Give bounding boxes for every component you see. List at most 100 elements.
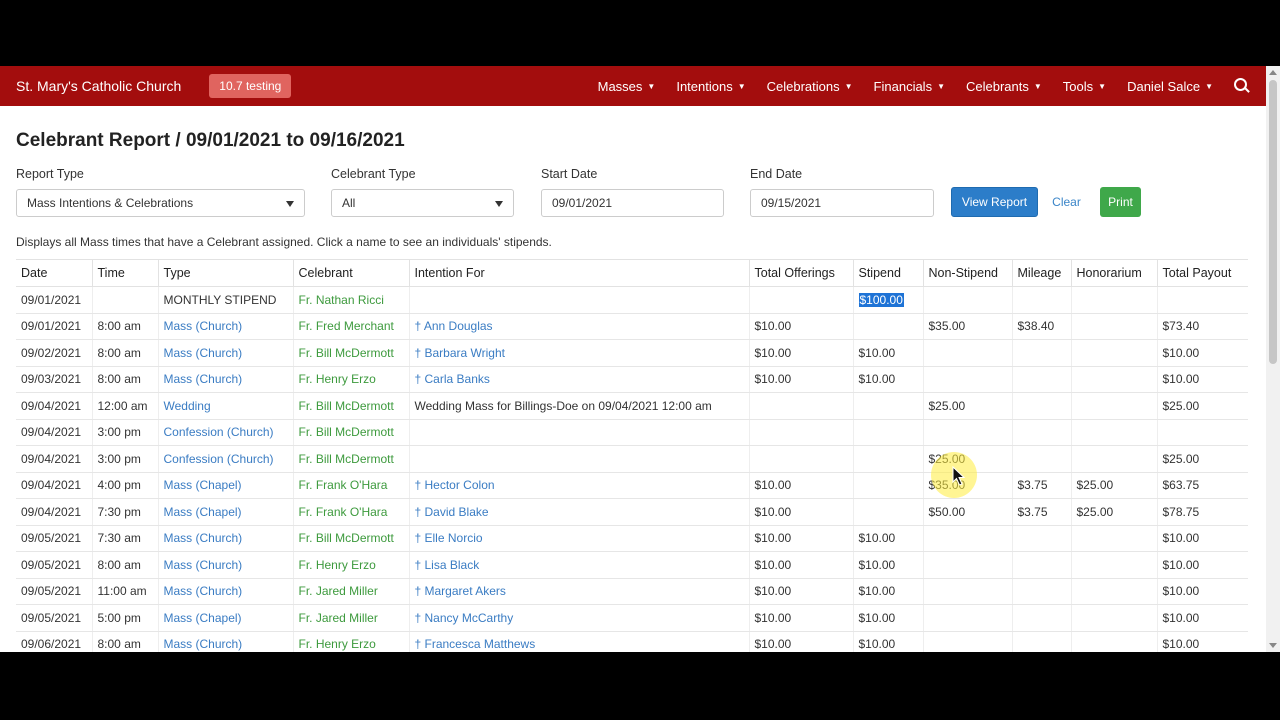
cell-celebrant[interactable]: Fr. Bill McDermott bbox=[292, 525, 409, 552]
cell-celebrant[interactable]: Fr. Bill McDermott bbox=[292, 419, 409, 446]
cell-type[interactable]: Mass (Church) bbox=[157, 551, 293, 579]
celebrant-value[interactable]: Fr. Bill McDermott bbox=[299, 425, 394, 439]
date-value: 09/04/2021 bbox=[21, 504, 82, 519]
type-value[interactable]: Mass (Church) bbox=[164, 584, 243, 598]
celebrant-value[interactable]: Fr. Frank O'Hara bbox=[299, 505, 388, 519]
cell-type[interactable]: Mass (Church) bbox=[157, 339, 293, 367]
nav-celebrations[interactable]: Celebrations ▼ bbox=[767, 79, 853, 94]
cell-intention-for[interactable]: † Margaret Akers bbox=[408, 578, 749, 605]
view-report-button[interactable]: View Report bbox=[951, 187, 1038, 217]
cell-intention-for[interactable]: † David Blake bbox=[408, 498, 749, 526]
scroll-thumb[interactable] bbox=[1269, 80, 1277, 364]
cell-celebrant[interactable]: Fr. Bill McDermott bbox=[292, 392, 409, 420]
type-value[interactable]: Mass (Church) bbox=[164, 319, 243, 333]
type-value[interactable]: Wedding bbox=[164, 399, 211, 413]
cell-intention-for[interactable]: † Nancy McCarthy bbox=[408, 604, 749, 632]
type-value[interactable]: Mass (Chapel) bbox=[164, 505, 242, 519]
celebrant-value[interactable]: Fr. Bill McDermott bbox=[299, 452, 394, 466]
nav-tools[interactable]: Tools ▼ bbox=[1063, 79, 1106, 94]
cell-intention-for[interactable]: † Ann Douglas bbox=[408, 313, 749, 340]
cell-type[interactable]: Mass (Church) bbox=[157, 578, 293, 605]
celebrant-value[interactable]: Fr. Fred Merchant bbox=[299, 319, 394, 333]
celebrant-value[interactable]: Fr. Henry Erzo bbox=[299, 558, 376, 572]
print-button[interactable]: Print bbox=[1100, 187, 1141, 217]
type-value[interactable]: Mass (Church) bbox=[164, 372, 243, 386]
cell-celebrant[interactable]: Fr. Jared Miller bbox=[292, 578, 409, 605]
intention-for-value[interactable]: † Barbara Wright bbox=[415, 346, 506, 360]
cell-type[interactable]: Wedding bbox=[157, 392, 293, 420]
cell-intention-for[interactable]: † Barbara Wright bbox=[408, 339, 749, 367]
cell-type[interactable]: Mass (Church) bbox=[157, 313, 293, 340]
intention-for-value[interactable]: † Margaret Akers bbox=[415, 584, 506, 598]
nav-financials[interactable]: Financials ▼ bbox=[874, 79, 945, 94]
celebrant-value[interactable]: Fr. Bill McDermott bbox=[299, 399, 394, 413]
time-value: 5:00 pm bbox=[97, 610, 141, 625]
intention-for-value[interactable]: † Carla Banks bbox=[415, 372, 490, 386]
type-value[interactable]: Mass (Church) bbox=[164, 558, 243, 572]
cell-intention-for[interactable]: † Francesca Matthews bbox=[408, 631, 749, 652]
cell-celebrant[interactable]: Fr. Henry Erzo bbox=[292, 631, 409, 652]
cell-celebrant[interactable]: Fr. Bill McDermott bbox=[292, 445, 409, 473]
celebrant-value[interactable]: Fr. Bill McDermott bbox=[299, 531, 394, 545]
cell-type[interactable]: Mass (Church) bbox=[157, 366, 293, 393]
celebrant-value[interactable]: Fr. Henry Erzo bbox=[299, 637, 376, 651]
celebrant-value[interactable]: Fr. Frank O'Hara bbox=[299, 478, 388, 492]
cell-celebrant[interactable]: Fr. Frank O'Hara bbox=[292, 498, 409, 526]
search-icon[interactable] bbox=[1234, 78, 1250, 94]
intention-for-value[interactable]: † Lisa Black bbox=[415, 558, 480, 572]
scroll-down-icon[interactable] bbox=[1269, 643, 1277, 648]
cell-type[interactable]: Mass (Chapel) bbox=[157, 498, 293, 526]
cell-type[interactable]: Mass (Chapel) bbox=[157, 604, 293, 632]
celebrant-value[interactable]: Fr. Henry Erzo bbox=[299, 372, 376, 386]
celebrant-value[interactable]: Fr. Jared Miller bbox=[299, 611, 378, 625]
nav-masses[interactable]: Masses ▼ bbox=[598, 79, 656, 94]
page-scrollbar[interactable] bbox=[1266, 66, 1280, 652]
intention-for-value[interactable]: † David Blake bbox=[415, 505, 489, 519]
type-value[interactable]: Mass (Church) bbox=[164, 637, 243, 651]
cell-type[interactable]: Confession (Church) bbox=[157, 419, 293, 446]
intention-for-value[interactable]: † Elle Norcio bbox=[415, 531, 483, 545]
intention-for-value[interactable]: † Nancy McCarthy bbox=[415, 611, 514, 625]
cell-type[interactable]: Confession (Church) bbox=[157, 445, 293, 473]
type-value[interactable]: Mass (Chapel) bbox=[164, 478, 242, 492]
cell-celebrant[interactable]: Fr. Frank O'Hara bbox=[292, 472, 409, 499]
cell-celebrant[interactable]: Fr. Nathan Ricci bbox=[292, 286, 409, 314]
celebrant-value[interactable]: Fr. Nathan Ricci bbox=[299, 293, 384, 307]
cell-stipend: $10.00 bbox=[852, 551, 923, 579]
nav-intentions[interactable]: Intentions ▼ bbox=[676, 79, 745, 94]
cell-stipend bbox=[852, 313, 923, 340]
celebrant-value[interactable]: Fr. Jared Miller bbox=[299, 584, 378, 598]
type-value[interactable]: Confession (Church) bbox=[164, 452, 274, 466]
cell-celebrant[interactable]: Fr. Jared Miller bbox=[292, 604, 409, 632]
cell-type[interactable]: Mass (Church) bbox=[157, 525, 293, 552]
cell-intention-for[interactable]: † Hector Colon bbox=[408, 472, 749, 499]
celebrant-value[interactable]: Fr. Bill McDermott bbox=[299, 346, 394, 360]
intention-for-value[interactable]: † Ann Douglas bbox=[415, 319, 493, 333]
cell-intention-for[interactable]: † Elle Norcio bbox=[408, 525, 749, 552]
cell-celebrant[interactable]: Fr. Henry Erzo bbox=[292, 551, 409, 579]
scroll-up-icon[interactable] bbox=[1269, 70, 1277, 75]
type-value[interactable]: Mass (Church) bbox=[164, 531, 243, 545]
cell-intention-for[interactable]: † Lisa Black bbox=[408, 551, 749, 579]
cell-type[interactable]: Mass (Chapel) bbox=[157, 472, 293, 499]
cell-type[interactable]: Mass (Church) bbox=[157, 631, 293, 652]
cell-intention-for[interactable]: † Carla Banks bbox=[408, 366, 749, 393]
type-value[interactable]: Mass (Church) bbox=[164, 346, 243, 360]
start-date-input[interactable]: 09/01/2021 bbox=[541, 189, 724, 217]
intention-for-value[interactable]: † Hector Colon bbox=[415, 478, 495, 492]
clear-button[interactable]: Clear bbox=[1043, 187, 1090, 217]
end-date-input[interactable]: 09/15/2021 bbox=[750, 189, 934, 217]
celebrant-type-select[interactable]: All bbox=[331, 189, 514, 217]
nav-user-menu[interactable]: Daniel Salce ▼ bbox=[1127, 79, 1213, 94]
brand-link[interactable]: St. Mary's Catholic Church bbox=[16, 78, 181, 94]
cell-celebrant[interactable]: Fr. Bill McDermott bbox=[292, 339, 409, 367]
intention-for-value[interactable]: † Francesca Matthews bbox=[415, 637, 536, 651]
total-payout-value: $78.75 bbox=[1162, 504, 1200, 519]
type-value[interactable]: Mass (Chapel) bbox=[164, 611, 242, 625]
cell-celebrant[interactable]: Fr. Fred Merchant bbox=[292, 313, 409, 340]
cell-celebrant[interactable]: Fr. Henry Erzo bbox=[292, 366, 409, 393]
nav-celebrants[interactable]: Celebrants ▼ bbox=[966, 79, 1042, 94]
type-value[interactable]: Confession (Church) bbox=[164, 425, 274, 439]
report-type-select[interactable]: Mass Intentions & Celebrations bbox=[16, 189, 305, 217]
column-header-date: Date bbox=[16, 259, 92, 287]
